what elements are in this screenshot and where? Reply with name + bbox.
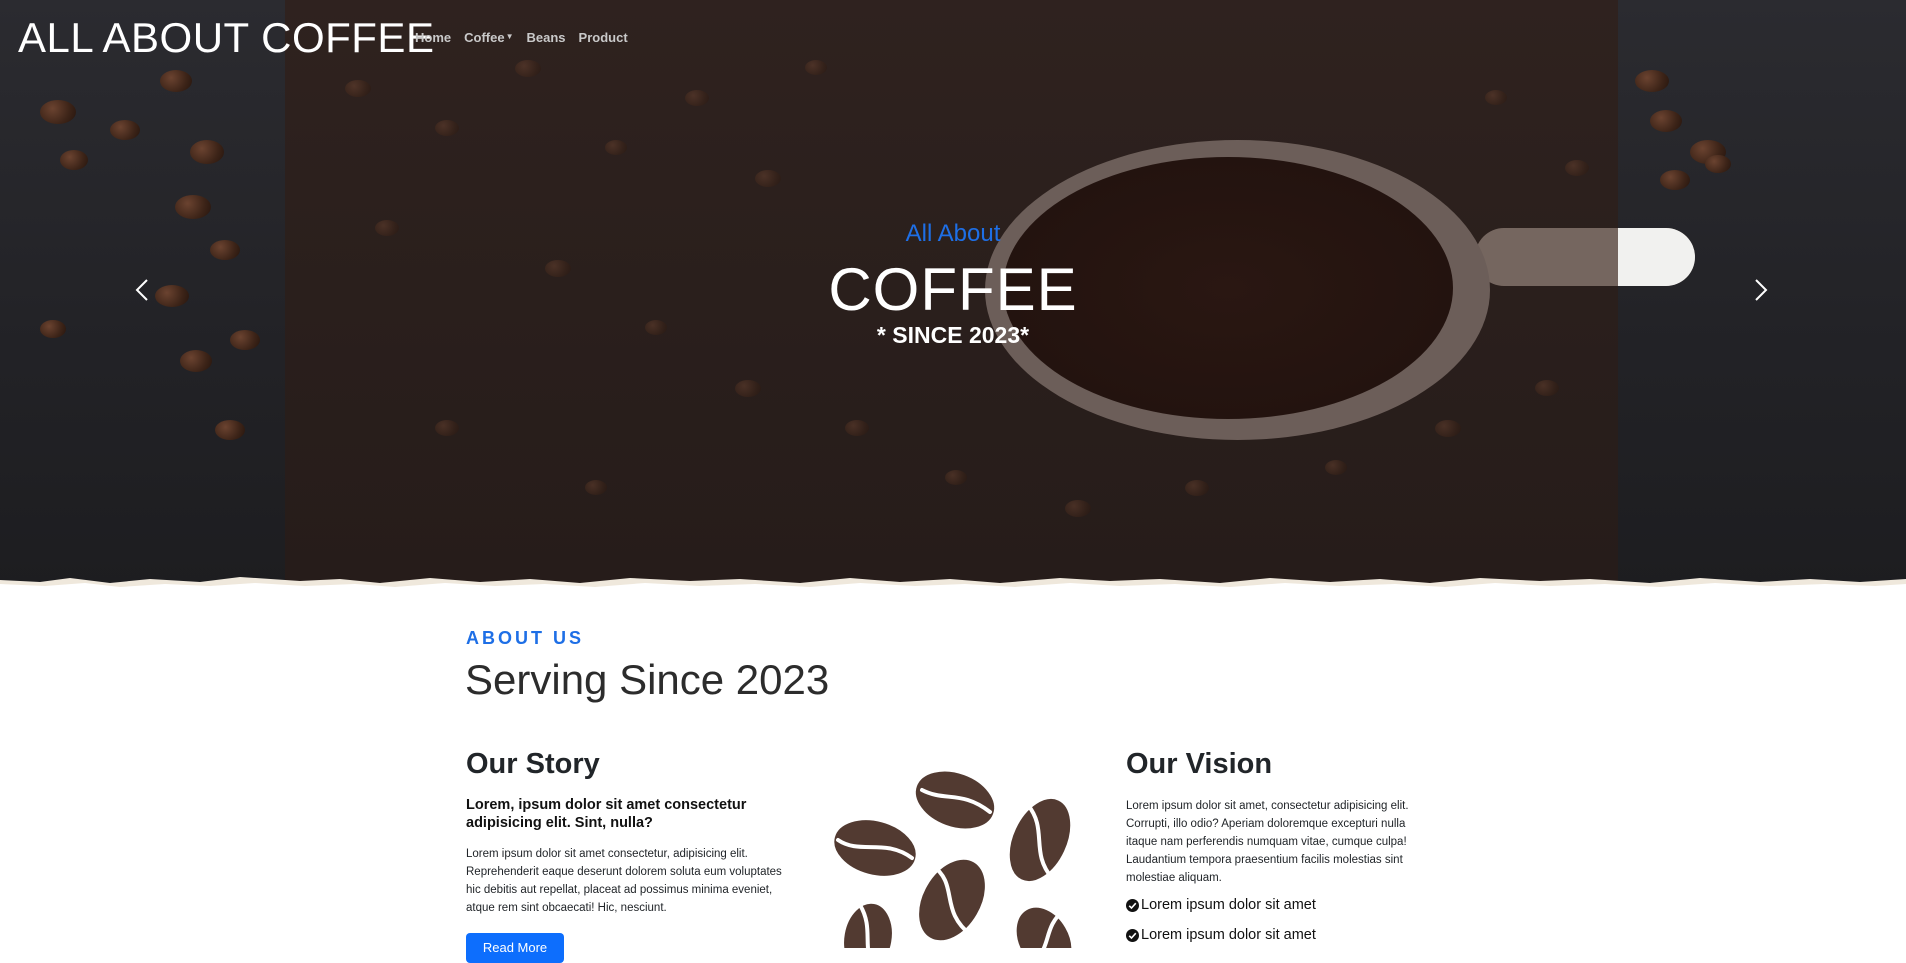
vision-check-label: Lorem ipsum dolor sit amet (1141, 897, 1316, 913)
coffee-bean-icon (1013, 904, 1075, 948)
hero-eyebrow: All About (905, 220, 1001, 247)
check-circle-icon (1126, 898, 1139, 912)
story-body: Lorem ipsum dolor sit amet consectetur, … (466, 848, 782, 914)
torn-paper-divider (0, 577, 1906, 590)
brand-logo[interactable]: ALL ABOUT COFFEE (18, 14, 434, 62)
read-more-button[interactable]: Read More (466, 933, 564, 963)
about-eyebrow: ABOUT US (466, 628, 584, 648)
nav-beans[interactable]: Beans (527, 30, 566, 45)
vision-body: Lorem ipsum dolor sit amet, consectetur … (1126, 800, 1409, 884)
hero-since: * SINCE 2023* (876, 322, 1030, 348)
nav-coffee-label: Coffee (464, 30, 505, 45)
story-lead: Lorem, ipsum dolor sit amet consectetur … (466, 797, 747, 831)
vision-check-item: Lorem ipsum dolor sit amet (1126, 897, 1316, 913)
about-heading: Serving Since 2023 (465, 656, 830, 703)
vision-check-item: Lorem ipsum dolor sit amet (1126, 927, 1316, 943)
vision-check-label: Lorem ipsum dolor sit amet (1141, 927, 1316, 943)
vision-title: Our Vision (1126, 748, 1273, 780)
coffee-beans-illustration (831, 768, 1075, 948)
nav-home[interactable]: Home (415, 30, 451, 45)
nav-product[interactable]: Product (579, 30, 628, 45)
story-title: Our Story (466, 748, 600, 780)
check-circle-icon (1126, 928, 1139, 942)
caret-down-icon: ▼ (505, 32, 514, 41)
hero-carousel: ALL ABOUT COFFEE Home Coffee▼ Beans Prod… (0, 0, 1906, 590)
coffee-bean-icon (916, 856, 988, 944)
hero-title: COFFEE (828, 256, 1078, 323)
nav-coffee-dropdown[interactable]: Coffee▼ (464, 30, 513, 45)
main-nav: Home Coffee▼ Beans Product (415, 30, 628, 45)
coffee-bean-icon (912, 768, 998, 832)
